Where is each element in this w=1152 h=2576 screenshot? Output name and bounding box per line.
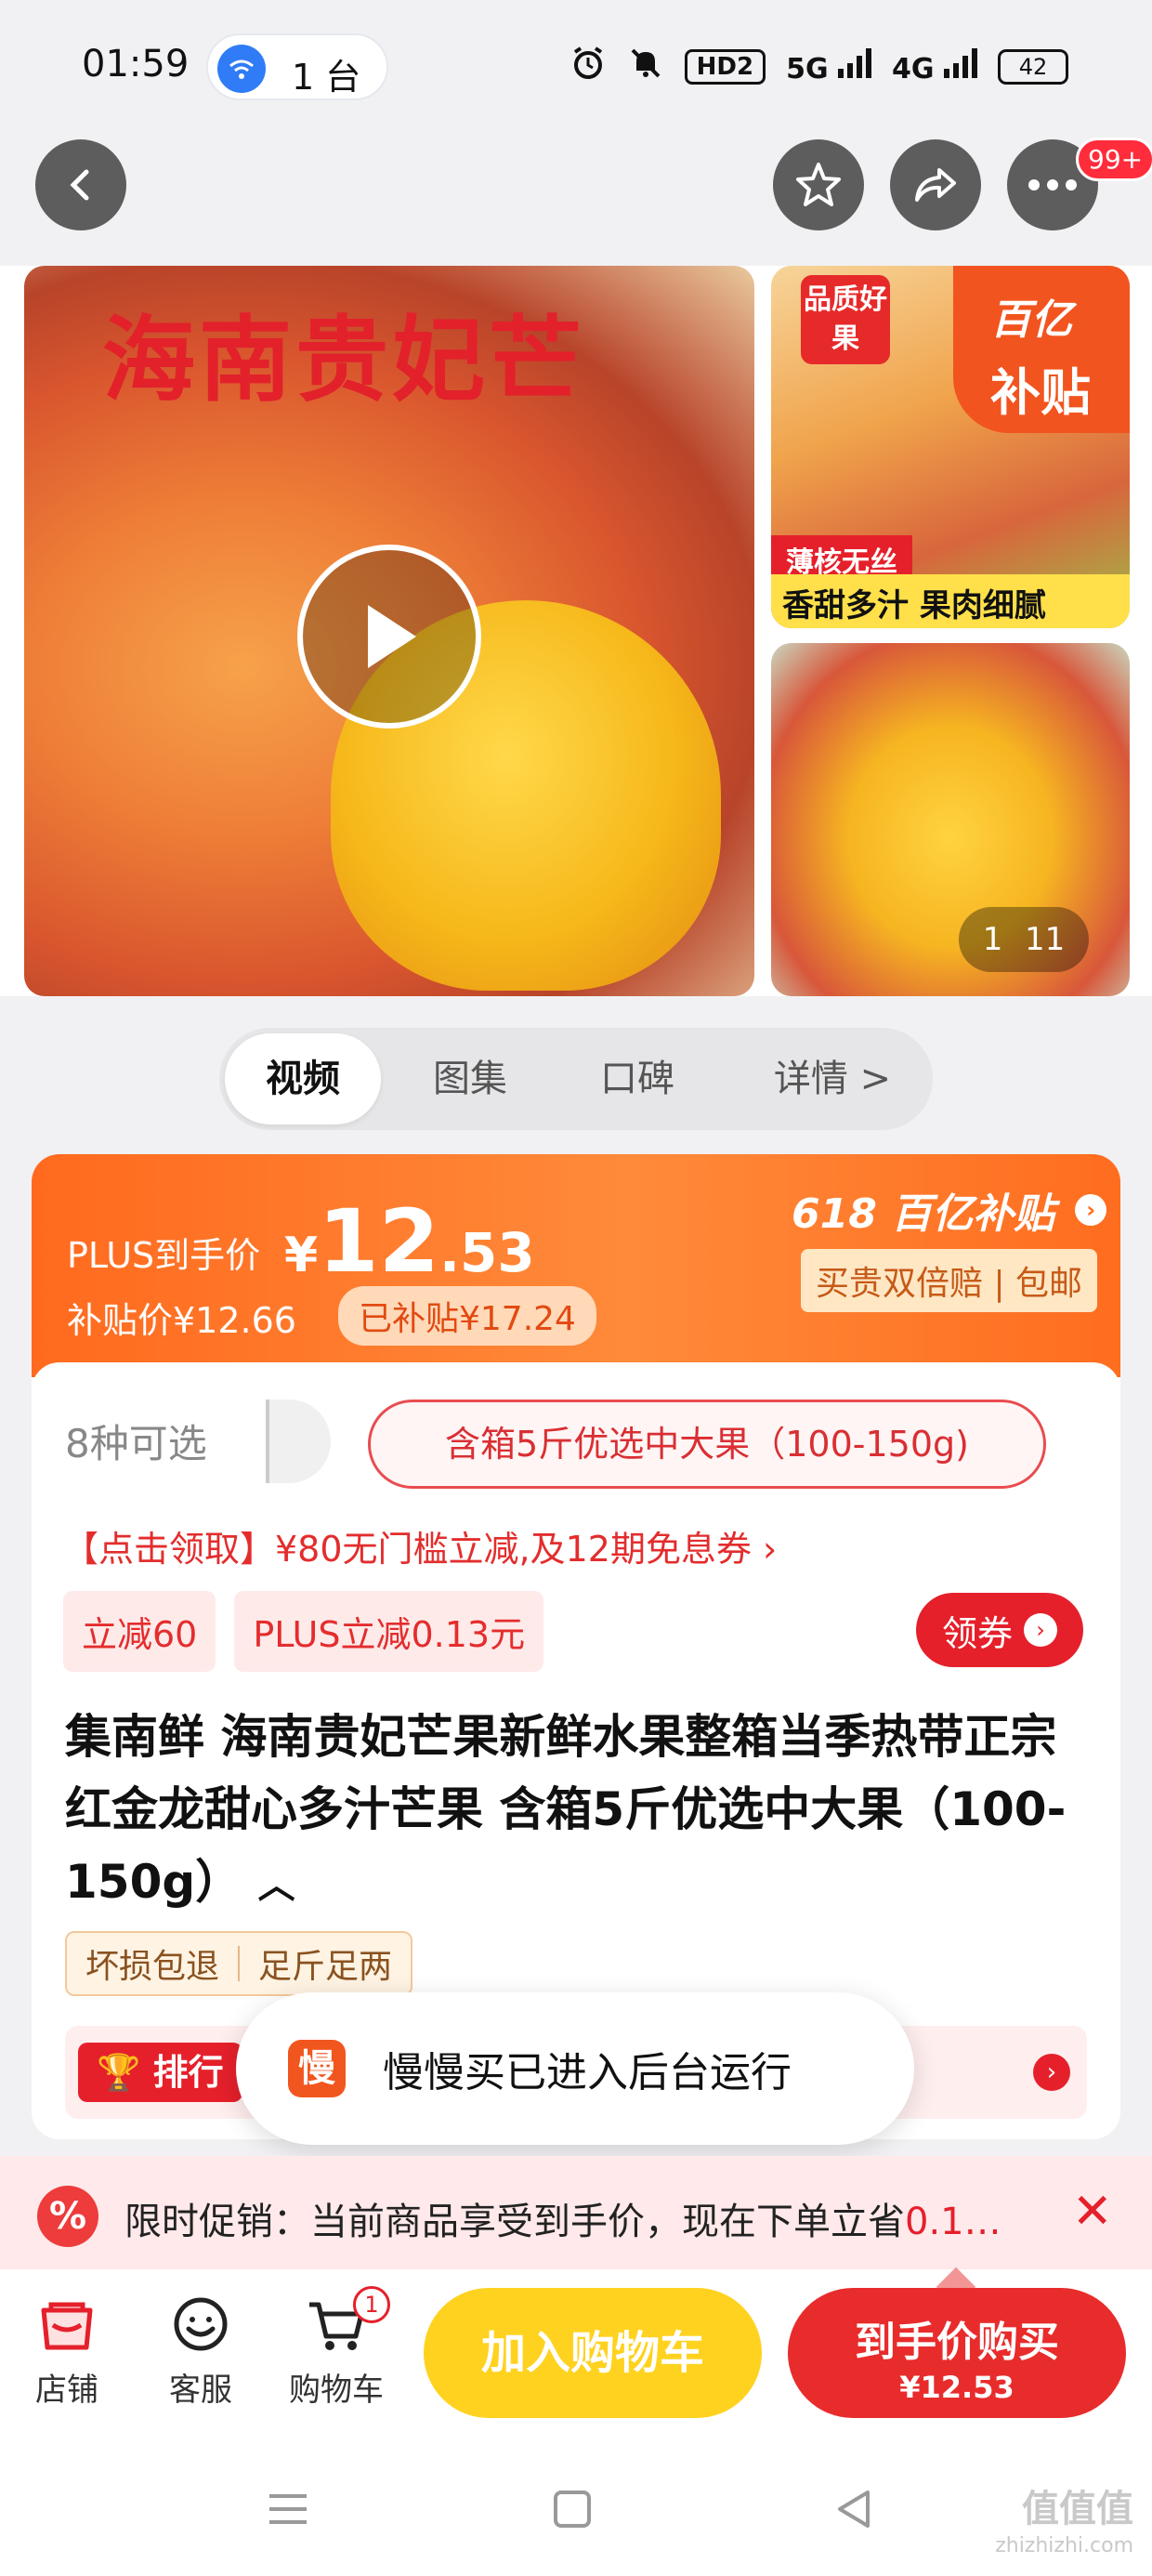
cart-label: 购物车 bbox=[289, 2372, 384, 2409]
mute-icon bbox=[627, 45, 664, 89]
add-to-cart-button[interactable]: 加入购物车 bbox=[424, 2288, 762, 2418]
hotspot-count: 1 台 bbox=[292, 57, 361, 98]
back-triangle-icon[interactable] bbox=[827, 2481, 883, 2537]
tab-details[interactable]: 详情 > bbox=[740, 1033, 925, 1124]
tab-video[interactable]: 视频 bbox=[225, 1033, 381, 1124]
chevron-right-icon: › bbox=[1033, 2054, 1070, 2091]
chevron-right-icon: › bbox=[1075, 1194, 1107, 1226]
coupon-link[interactable]: 【点击领取】¥80无门槛立减,及12期免息券 › bbox=[63, 1520, 777, 1571]
image-title: 海南贵妃芒 bbox=[102, 306, 585, 414]
store-button[interactable]: 店铺 bbox=[11, 2293, 123, 2410]
cart-badge: 1 bbox=[353, 2286, 390, 2323]
price-card: PLUS到手价 ¥12.53 补贴价¥12.66 已补贴¥17.24 618 百… bbox=[32, 1154, 1120, 2139]
favorite-button[interactable] bbox=[773, 139, 864, 230]
buy-now-button[interactable]: 到手价购买 ¥12.53 bbox=[788, 2288, 1126, 2418]
ranking-tag: 🏆 排行 bbox=[78, 2043, 242, 2102]
variant-thumb[interactable] bbox=[266, 1400, 331, 1483]
variant-count[interactable]: 8种可选 bbox=[65, 1413, 207, 1469]
event-tag[interactable]: 618 百亿补贴 › bbox=[792, 1180, 1107, 1240]
collapse-icon: ︿ bbox=[257, 1864, 295, 1907]
juicy-banner: 香甜多汁 果肉细腻 bbox=[771, 574, 1130, 628]
service-label: 客服 bbox=[169, 2372, 232, 2409]
alarm-icon bbox=[569, 45, 607, 89]
menu-icon[interactable] bbox=[260, 2481, 316, 2537]
hd-voice-icon: HD2 bbox=[684, 49, 766, 85]
percent-icon: % bbox=[37, 2186, 98, 2247]
status-icons: HD2 5G 4G 42 bbox=[569, 45, 1068, 89]
gallery-thumb-1[interactable]: 品质好果 百亿 补贴 薄核无丝 香甜多汁 果肉细腻 bbox=[771, 266, 1130, 628]
plus-price: ¥12.53 bbox=[284, 1191, 535, 1293]
service-button[interactable]: 客服 bbox=[145, 2293, 256, 2410]
feature-full-weight: 足斤足两 bbox=[258, 1948, 393, 1986]
signal-4g-icon: 4G bbox=[892, 48, 977, 85]
close-icon[interactable]: ✕ bbox=[1072, 2184, 1113, 2240]
promo-bar[interactable]: % 限时促销：当前商品享受到手价，现在下单立省0.1… ✕ bbox=[0, 2156, 1152, 2269]
status-bar: 01:59 1 台 HD2 5G 4G 42 bbox=[0, 0, 1152, 139]
feature-chips: 坏损包退 足斤足两 bbox=[65, 1931, 413, 1996]
plus-price-label: PLUS到手价 bbox=[67, 1235, 261, 1276]
chevron-left-icon bbox=[70, 169, 89, 201]
more-dots-icon bbox=[1028, 179, 1077, 191]
subsidy-price: 补贴价¥12.66 bbox=[67, 1300, 296, 1341]
chat-smile-icon bbox=[174, 2297, 228, 2351]
price-header: PLUS到手价 ¥12.53 补贴价¥12.66 已补贴¥17.24 618 百… bbox=[32, 1154, 1120, 1377]
system-navigation bbox=[0, 2438, 1152, 2576]
battery-icon: 42 bbox=[998, 49, 1068, 85]
share-icon bbox=[915, 168, 956, 202]
tab-reviews[interactable]: 口碑 bbox=[563, 1033, 712, 1124]
promo-text: 限时促销：当前商品享受到手价，现在下单立省0.1… bbox=[124, 2201, 1001, 2243]
trophy-icon: 🏆 bbox=[97, 2052, 141, 2093]
subsidized-chip: 已补贴¥17.24 bbox=[338, 1286, 596, 1346]
subsidy-badge: 百亿 补贴 bbox=[953, 266, 1130, 433]
signal-5g-icon: 5G bbox=[786, 48, 872, 85]
share-button[interactable] bbox=[890, 139, 981, 230]
background-toast: 慢 慢慢买已进入后台运行 bbox=[236, 1992, 914, 2145]
message-badge: 99+ bbox=[1076, 138, 1152, 181]
discount-tags: 立减60 PLUS立减0.13元 bbox=[63, 1591, 544, 1672]
bottom-action-bar: 店铺 客服 1 购物车 加入购物车 到手价购买 ¥12.53 bbox=[0, 2267, 1152, 2438]
app-icon: 慢 bbox=[288, 2040, 346, 2097]
selected-variant[interactable]: 含箱5斤优选中大果（100-150g) bbox=[368, 1400, 1046, 1489]
star-icon bbox=[796, 163, 841, 206]
chevron-right-icon: › bbox=[1024, 1613, 1057, 1647]
status-time: 01:59 bbox=[82, 43, 190, 85]
guarantee-chip[interactable]: 买贵双倍赔 | 包邮 bbox=[801, 1249, 1098, 1312]
watermark: 值值值 zhizhizhi.com bbox=[995, 2488, 1133, 2557]
product-title[interactable]: 集南鲜 海南贵妃芒果新鲜水果整箱当季热带正宗红金龙甜心多汁芒果 含箱5斤优选中大… bbox=[65, 1701, 1096, 1922]
product-gallery[interactable]: 海南贵妃芒 品质好果 百亿 补贴 薄核无丝 香甜多汁 果肉细腻 1 11 bbox=[0, 266, 1152, 996]
store-label: 店铺 bbox=[35, 2372, 98, 2409]
hotspot-pill[interactable]: 1 台 bbox=[206, 33, 388, 100]
discount-tag: 立减60 bbox=[63, 1591, 216, 1672]
main-product-video[interactable]: 海南贵妃芒 bbox=[24, 266, 754, 996]
feature-damage-refund: 坏损包退 bbox=[85, 1948, 220, 1986]
cart-button[interactable]: 1 购物车 bbox=[281, 2286, 392, 2410]
play-icon bbox=[368, 605, 416, 668]
quality-badge: 品质好果 bbox=[801, 275, 890, 364]
image-counter: 1 11 bbox=[959, 907, 1089, 972]
claim-coupon-button[interactable]: 领券 › bbox=[916, 1593, 1083, 1667]
play-button[interactable] bbox=[297, 545, 481, 729]
store-icon bbox=[41, 2302, 93, 2350]
back-button[interactable] bbox=[35, 139, 126, 230]
plus-discount-tag: PLUS立减0.13元 bbox=[234, 1591, 544, 1672]
wifi-hotspot-icon bbox=[217, 45, 266, 93]
media-tabs: 视频 图集 口碑 详情 > bbox=[219, 1028, 933, 1130]
home-icon[interactable] bbox=[544, 2481, 600, 2537]
toast-text: 慢慢买已进入后台运行 bbox=[383, 2049, 792, 2096]
tab-album[interactable]: 图集 bbox=[396, 1033, 544, 1124]
